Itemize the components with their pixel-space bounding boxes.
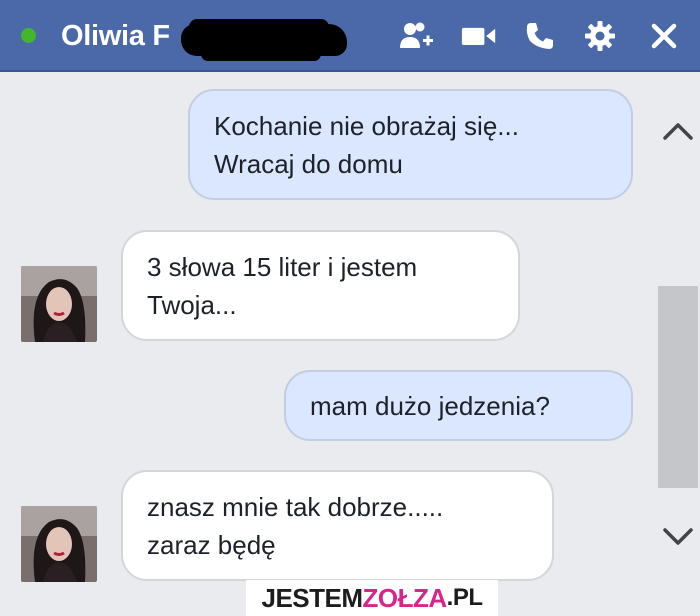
message-bubble-outgoing: Kochanie nie obrażaj się... Wracaj do do… xyxy=(188,89,633,200)
redaction-scribble xyxy=(181,19,347,61)
watermark-part: JESTEM xyxy=(261,582,363,613)
add-people-icon[interactable] xyxy=(399,20,435,52)
avatar[interactable] xyxy=(21,506,97,582)
close-icon[interactable] xyxy=(646,20,682,52)
message-text: znasz mnie tak dobrze..... zaraz będę xyxy=(147,491,444,560)
gear-icon[interactable] xyxy=(582,20,618,52)
scrollbar-thumb[interactable] xyxy=(658,286,698,488)
message-text: mam dużo jedzenia? xyxy=(310,390,550,421)
chat-titlebar: Oliwia F xyxy=(0,0,700,72)
avatar[interactable] xyxy=(21,266,97,342)
watermark: JESTEM ZOŁZA .PL xyxy=(246,580,498,616)
video-call-icon[interactable] xyxy=(461,20,497,52)
chevron-up-icon[interactable] xyxy=(656,116,700,146)
chevron-down-icon[interactable] xyxy=(656,522,700,552)
message-bubble-incoming: 3 słowa 15 liter i jestem Twoja... xyxy=(121,230,520,341)
watermark-part: .PL xyxy=(446,584,483,611)
message-text: 3 słowa 15 liter i jestem Twoja... xyxy=(147,251,418,320)
message-bubble-outgoing: mam dużo jedzenia? xyxy=(284,370,633,441)
scrollbar[interactable] xyxy=(656,72,700,616)
message-area: Kochanie nie obrażaj się... Wracaj do do… xyxy=(0,72,656,616)
online-status-icon xyxy=(21,28,36,43)
message-bubble-incoming: znasz mnie tak dobrze..... zaraz będę xyxy=(121,470,554,581)
contact-name[interactable]: Oliwia F xyxy=(61,20,170,53)
watermark-part: ZOŁZA xyxy=(362,582,448,613)
phone-icon[interactable] xyxy=(522,20,558,52)
message-text: Kochanie nie obrażaj się... Wracaj do do… xyxy=(214,110,519,179)
